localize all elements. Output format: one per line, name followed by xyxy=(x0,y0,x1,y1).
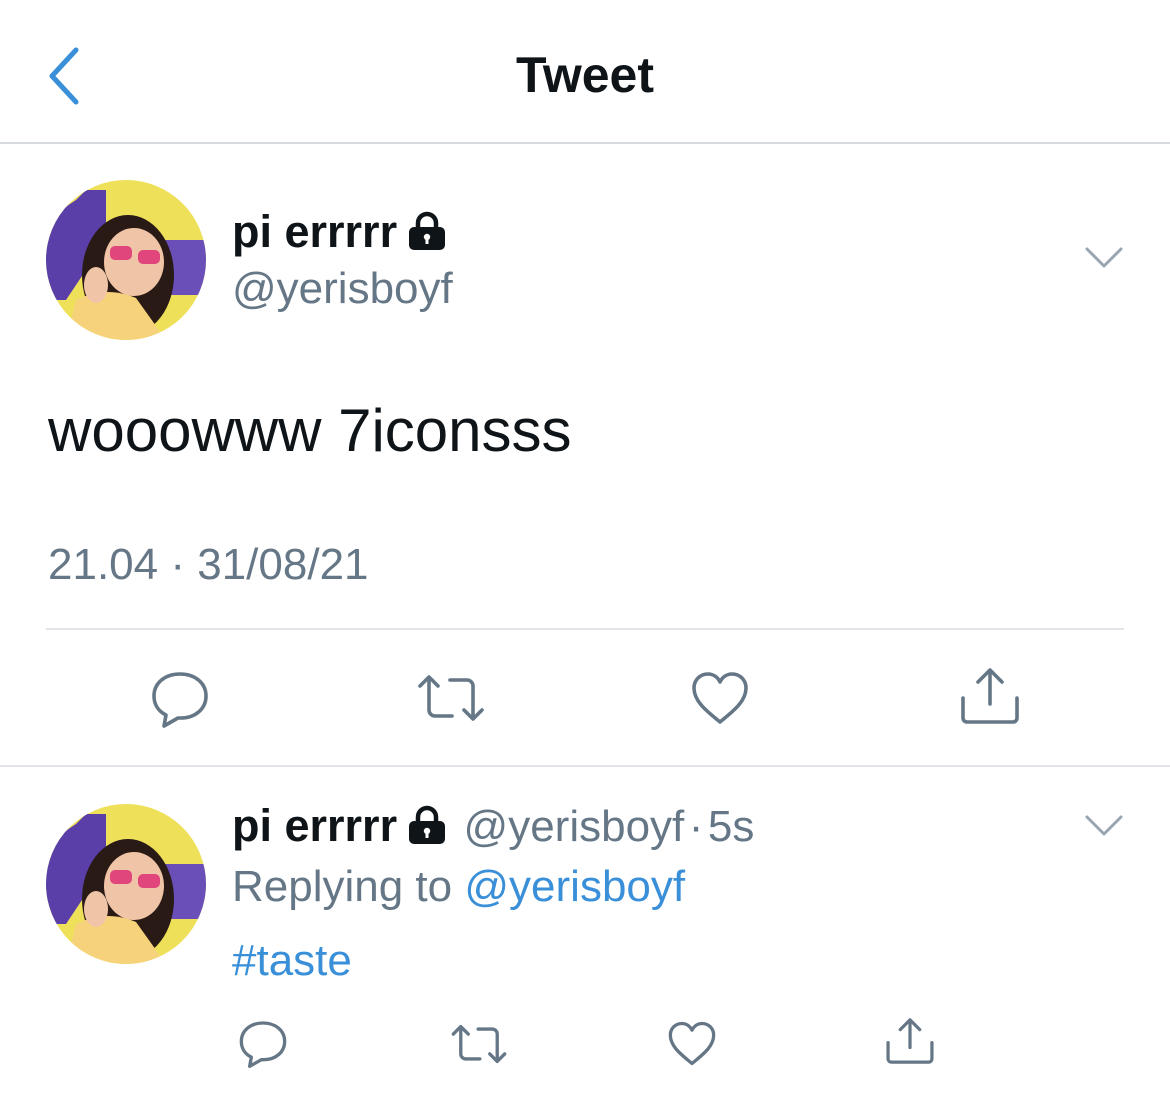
retweet-icon xyxy=(451,1024,507,1064)
share-button[interactable] xyxy=(958,666,1022,726)
mention-link[interactable]: @yerisboyf xyxy=(464,862,685,911)
share-button[interactable] xyxy=(884,1016,936,1066)
tweet-text: wooowww 7iconsss xyxy=(48,397,572,464)
lock-icon xyxy=(405,209,449,253)
reply-button[interactable] xyxy=(150,668,210,728)
avatar[interactable] xyxy=(46,180,206,340)
like-icon xyxy=(692,672,748,724)
author-handle: @yerisboyf xyxy=(463,802,685,851)
display-name: pi errrrr xyxy=(232,800,398,851)
hashtag-link[interactable]: #taste xyxy=(232,936,352,986)
retweet-button[interactable] xyxy=(416,672,486,724)
replying-to-line: Replying to @yerisboyf xyxy=(232,862,685,912)
reply-icon xyxy=(239,1021,287,1068)
author-handle[interactable]: @yerisboyf xyxy=(232,264,453,314)
tweet-menu-button[interactable] xyxy=(1084,812,1124,840)
divider xyxy=(46,628,1124,630)
section-separator xyxy=(0,765,1170,767)
author-name-row[interactable]: pi errrrr xyxy=(232,206,449,258)
tweet-age: 5s xyxy=(707,802,755,851)
share-icon xyxy=(886,1018,934,1064)
tweet-date: 31/08/21 xyxy=(197,540,369,589)
chevron-down-icon xyxy=(1085,815,1123,836)
replying-prefix: Replying to xyxy=(232,862,453,911)
like-button[interactable] xyxy=(667,1020,717,1067)
retweet-icon xyxy=(418,675,484,721)
tweet-time: 21.04 xyxy=(48,540,159,589)
page-title: Tweet xyxy=(516,47,654,103)
retweet-button[interactable] xyxy=(450,1022,508,1066)
like-button[interactable] xyxy=(690,670,750,726)
reply-button[interactable] xyxy=(238,1018,288,1068)
avatar[interactable] xyxy=(46,804,206,964)
meta-separator: · xyxy=(170,540,185,589)
tweet-menu-button[interactable] xyxy=(1084,244,1124,272)
tweet-timestamp: 21.04 · 31/08/21 xyxy=(48,540,369,590)
reply-icon xyxy=(152,672,208,728)
lock-icon xyxy=(405,803,449,847)
display-name: pi errrrr xyxy=(232,206,398,257)
share-icon xyxy=(961,668,1019,724)
meta-separator: · xyxy=(688,802,704,851)
chevron-down-icon xyxy=(1085,247,1123,268)
reply-author-row[interactable]: pi errrrr @yerisboyf · 5s xyxy=(232,800,754,852)
like-icon xyxy=(668,1021,716,1066)
